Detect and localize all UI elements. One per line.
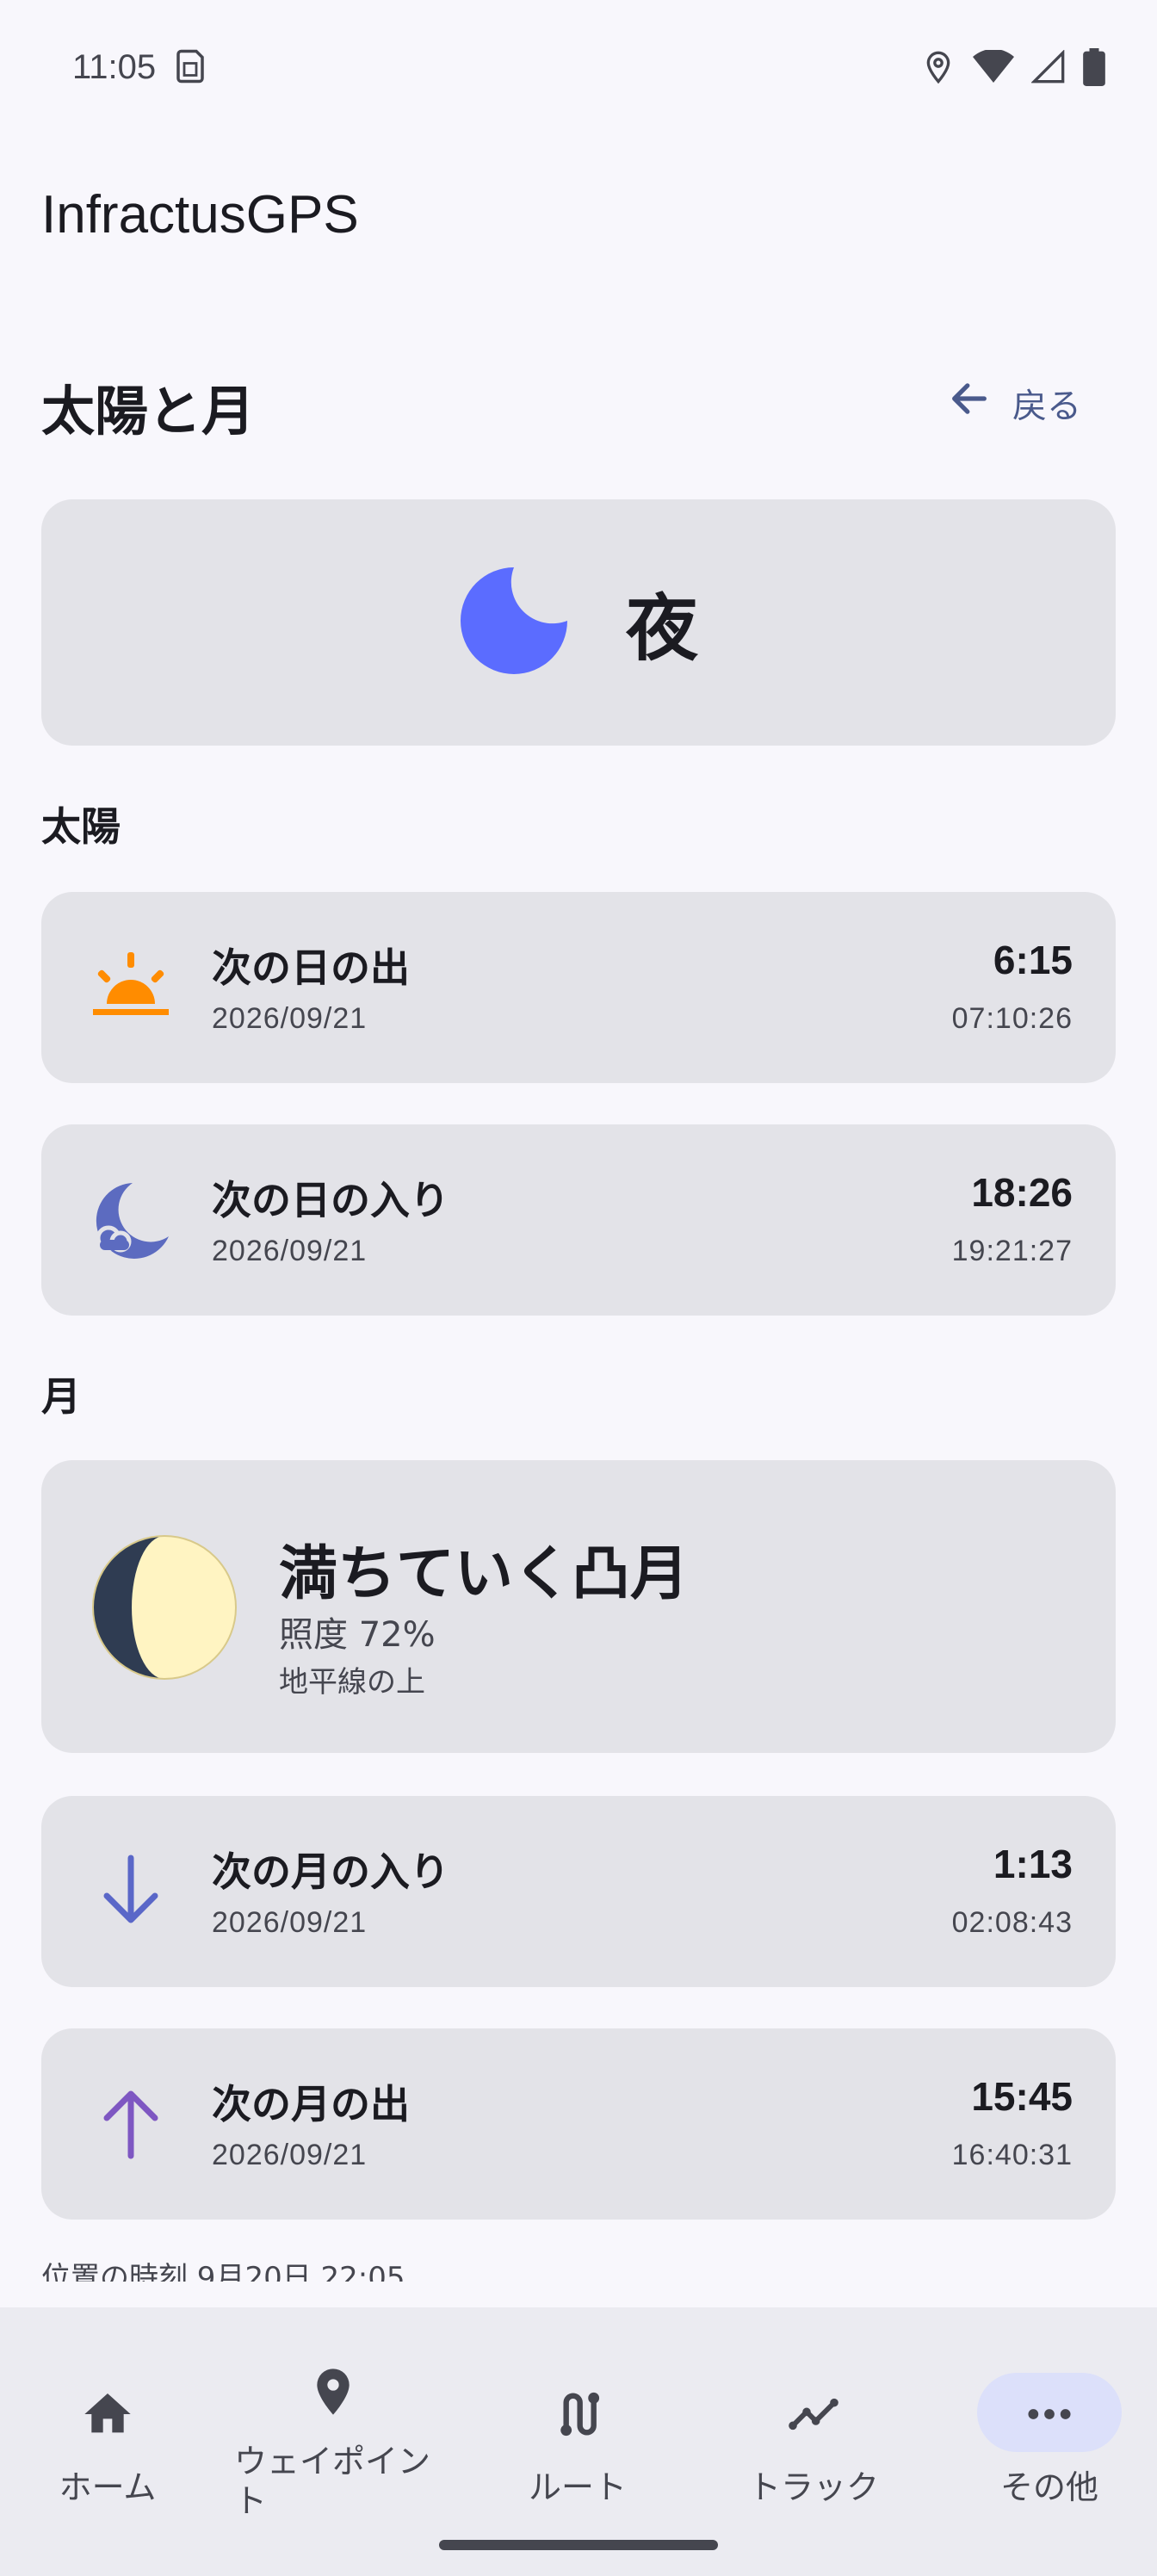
nav-item-track[interactable]: トラック — [715, 2342, 913, 2514]
home-icon — [80, 2387, 135, 2442]
sunrise-time-secondary: 07:10:26 — [951, 1002, 1073, 1035]
moonrise-card: 次の月の出 2026/09/21 15:45 16:40:31 — [41, 2028, 1116, 2220]
nav-label-home: ホーム — [59, 2468, 157, 2506]
sunrise-date: 2026/09/21 — [212, 1002, 368, 1035]
nav-label-waypoints: ウェイポイント — [234, 2443, 431, 2520]
location-pin-icon — [306, 2364, 361, 2419]
sunset-card: 次の日の入り 2026/09/21 18:26 19:21:27 — [41, 1124, 1116, 1316]
sunset-moon-icon — [88, 1176, 174, 1262]
nav-item-route[interactable]: ルート — [479, 2342, 677, 2514]
sim-card-icon — [172, 48, 208, 88]
moonset-time-secondary: 02:08:43 — [951, 1906, 1073, 1939]
bottom-navigation: ホーム ウェイポイント ルート トラック その他 — [0, 2307, 1157, 2576]
battery-icon — [1083, 48, 1105, 90]
moon-phase-icon — [91, 1534, 238, 1681]
status-bar: 11:05 — [0, 0, 1157, 129]
sunrise-icon — [88, 944, 174, 1030]
sunrise-title: 次の日の出 — [212, 944, 410, 991]
gesture-handle — [439, 2540, 718, 2550]
arrow-back-icon — [947, 376, 992, 430]
sunset-date: 2026/09/21 — [212, 1235, 368, 1267]
moonset-time: 1:13 — [993, 1842, 1073, 1886]
sunset-time-secondary: 19:21:27 — [951, 1235, 1073, 1267]
moonrise-time-secondary: 16:40:31 — [951, 2139, 1073, 2171]
moonrise-date: 2026/09/21 — [212, 2139, 368, 2171]
moon-phase-name: 満ちていく凸月 — [279, 1540, 690, 1608]
nav-label-track: トラック — [747, 2468, 879, 2506]
sunset-time: 18:26 — [971, 1170, 1073, 1215]
page-title: 太陽と月 — [41, 380, 256, 443]
back-label: 戻る — [1012, 387, 1081, 426]
status-icons — [921, 48, 1105, 90]
sun-section-title: 太陽 — [41, 803, 121, 850]
moon-illumination: 照度 72% — [279, 1615, 436, 1655]
app-title: InfractusGPS — [41, 185, 359, 245]
moonset-card: 次の月の入り 2026/09/21 1:13 02:08:43 — [41, 1796, 1116, 1987]
night-moon-icon — [459, 566, 569, 679]
day-phase-label: 夜 — [625, 585, 698, 671]
nav-label-more: その他 — [999, 2468, 1098, 2506]
nav-item-waypoints[interactable]: ウェイポイント — [234, 2342, 432, 2520]
wifi-icon — [973, 48, 1014, 88]
location-time-text: 位置の時刻 9月20日 22:05 — [41, 2263, 405, 2282]
moon-phase-card: 満ちていく凸月 照度 72% 地平線の上 — [41, 1460, 1116, 1753]
moon-section-title: 月 — [41, 1373, 81, 1420]
moonset-date: 2026/09/21 — [212, 1906, 368, 1939]
arrow-down-icon — [88, 1848, 174, 1934]
moonset-title: 次の月の入り — [212, 1848, 449, 1895]
track-icon — [786, 2387, 841, 2442]
back-button[interactable]: 戻る — [913, 364, 1116, 442]
more-icon — [1022, 2387, 1077, 2442]
nav-item-home[interactable]: ホーム — [9, 2342, 207, 2514]
page-header: 太陽と月 戻る — [41, 357, 1116, 443]
location-status-icon — [921, 50, 956, 88]
nav-label-route: ルート — [528, 2468, 627, 2506]
route-icon — [550, 2387, 605, 2442]
status-time: 11:05 — [72, 48, 157, 86]
arrow-up-icon — [88, 2080, 174, 2166]
nav-item-more[interactable]: その他 — [950, 2342, 1148, 2514]
sunset-title: 次の日の入り — [212, 1177, 449, 1223]
sunrise-time: 6:15 — [993, 938, 1073, 982]
day-phase-card: 夜 — [41, 499, 1116, 746]
moonrise-time: 15:45 — [971, 2074, 1073, 2119]
moon-horizon-status: 地平線の上 — [279, 1665, 425, 1700]
moonrise-title: 次の月の出 — [212, 2081, 410, 2127]
location-time-label: 位置の時刻 9月20日 22:05 — [41, 2263, 405, 2282]
sunrise-card: 次の日の出 2026/09/21 6:15 07:10:26 — [41, 892, 1116, 1083]
cell-signal-icon — [1030, 49, 1066, 88]
